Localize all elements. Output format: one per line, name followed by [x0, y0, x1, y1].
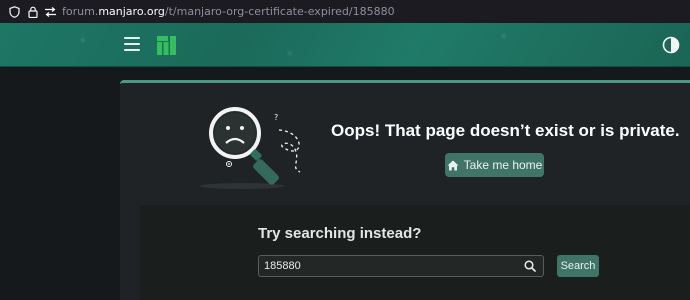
url-prefix: forum. — [62, 5, 99, 18]
home-icon — [447, 160, 459, 170]
take-me-home-button[interactable]: Take me home — [445, 153, 544, 177]
manjaro-logo-icon[interactable] — [157, 36, 176, 55]
search-section — [140, 205, 690, 300]
url-path: /t/manjaro-org-certificate-expired/18588… — [164, 5, 395, 18]
url-host: manjaro.org — [98, 5, 165, 18]
browser-url-bar[interactable]: forum.manjaro.org/t/manjaro-org-certific… — [0, 0, 690, 23]
search-heading: Try searching instead? — [258, 225, 422, 242]
lock-icon[interactable] — [26, 5, 39, 18]
error-title: Oops! That page doesn’t exist or is priv… — [331, 121, 680, 140]
shield-icon[interactable] — [8, 5, 21, 18]
take-me-home-label: Take me home — [463, 158, 543, 172]
search-input[interactable] — [258, 255, 544, 277]
permissions-icon[interactable] — [44, 5, 57, 18]
search-button[interactable]: Search — [557, 255, 599, 277]
svg-text:?: ? — [274, 113, 278, 122]
left-gutter — [0, 68, 110, 300]
magnifier-illustration: ? — [200, 107, 301, 189]
search-icon[interactable] — [524, 260, 536, 272]
hamburger-icon[interactable] — [124, 37, 140, 51]
theme-toggle-icon[interactable] — [662, 36, 680, 54]
site-header — [0, 23, 690, 67]
url-text[interactable]: forum.manjaro.org/t/manjaro-org-certific… — [62, 5, 395, 18]
